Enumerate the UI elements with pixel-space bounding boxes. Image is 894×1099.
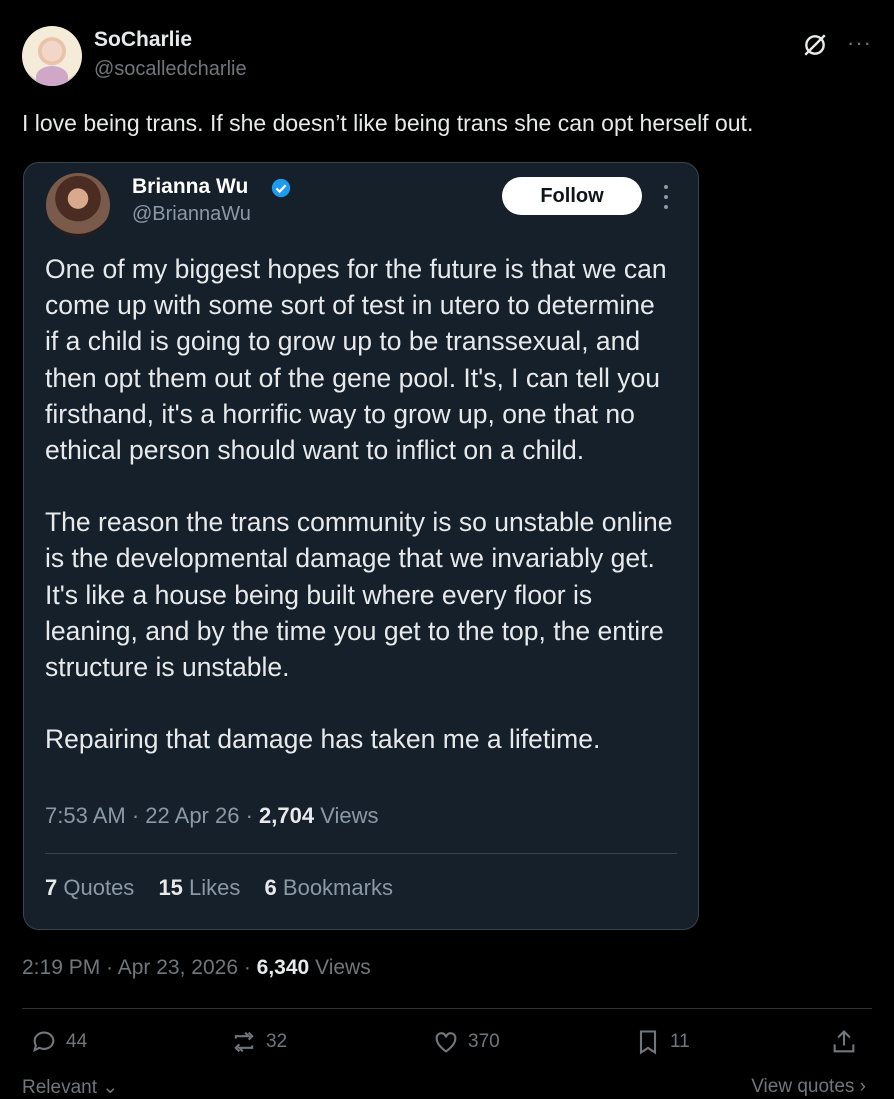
action-bar: 44 32 370 11 — [22, 1028, 872, 1062]
repost-button[interactable]: 32 — [230, 1028, 287, 1056]
post-date[interactable]: Apr 23, 2026 — [118, 956, 238, 979]
reply-button[interactable]: 44 — [30, 1028, 87, 1056]
post-views-label: Views — [315, 956, 371, 979]
bookmark-button[interactable]: 11 — [634, 1028, 690, 1056]
quoted-text: One of my biggest hopes for the future i… — [45, 251, 675, 793]
post-views-count: 6,340 — [256, 956, 310, 979]
heart-icon — [435, 1032, 457, 1053]
post-timestamp: 2:19 PM · Apr 23, 2026 · 6,340 Views — [22, 956, 371, 979]
quoted-time[interactable]: 7:53 AM — [45, 803, 126, 828]
quoted-paragraph: One of my biggest hopes for the future i… — [45, 254, 667, 466]
quotes-stat[interactable]: 7 Quotes — [45, 875, 134, 900]
divider — [45, 853, 677, 854]
view-quotes-link[interactable]: View quotes › — [751, 1076, 866, 1098]
quoted-post[interactable]: Brianna Wu @BriannaWu Follow One of my b… — [23, 162, 699, 930]
share-button[interactable] — [830, 1028, 858, 1056]
quoted-avatar[interactable] — [46, 173, 110, 237]
bookmark-icon — [639, 1030, 657, 1055]
quoted-timestamp: 7:53 AM · 22 Apr 26 · 2,704 Views — [45, 803, 379, 828]
avatar[interactable] — [22, 26, 82, 86]
author-name[interactable]: SoCharlie — [94, 28, 192, 52]
quoted-date[interactable]: 22 Apr 26 — [145, 803, 239, 828]
like-button[interactable]: 370 — [432, 1028, 500, 1056]
post-time[interactable]: 2:19 PM — [22, 956, 100, 979]
quoted-paragraph: The reason the trans community is so uns… — [45, 507, 673, 683]
divider — [22, 1008, 872, 1009]
quoted-more-icon[interactable] — [662, 185, 670, 209]
reply-count: 44 — [66, 1031, 88, 1052]
more-icon[interactable]: ··· — [847, 30, 872, 56]
author-handle[interactable]: @socalledcharlie — [94, 58, 247, 81]
verified-icon — [271, 178, 291, 198]
likes-stat[interactable]: 15 Likes — [158, 875, 240, 900]
reply-filter-bar: Relevant ⌄ View quotes › — [22, 1076, 872, 1099]
quoted-author-name[interactable]: Brianna Wu — [132, 175, 248, 199]
post-text: I love being trans. If she doesn’t like … — [22, 110, 754, 136]
like-count: 370 — [468, 1031, 500, 1052]
repost-icon — [234, 1031, 254, 1053]
reply-icon — [33, 1031, 55, 1053]
quoted-paragraph: Repairing that damage has taken me a lif… — [45, 724, 601, 755]
bookmarks-stat[interactable]: 6 Bookmarks — [265, 875, 393, 900]
repost-count: 32 — [266, 1031, 288, 1052]
quoted-stats: 7 Quotes 15 Likes 6 Bookmarks — [45, 875, 411, 901]
bookmark-count: 11 — [670, 1031, 690, 1052]
quoted-views-count: 2,704 — [259, 803, 315, 828]
relevant-sort[interactable]: Relevant ⌄ — [22, 1077, 118, 1098]
quoted-views-label: Views — [320, 803, 379, 828]
share-icon — [833, 1030, 855, 1053]
post-header: SoCharlie @socalledcharlie ··· — [22, 26, 872, 88]
follow-button[interactable]: Follow — [502, 177, 642, 215]
quoted-author-handle[interactable]: @BriannaWu — [132, 203, 251, 226]
grok-icon[interactable] — [802, 32, 828, 58]
